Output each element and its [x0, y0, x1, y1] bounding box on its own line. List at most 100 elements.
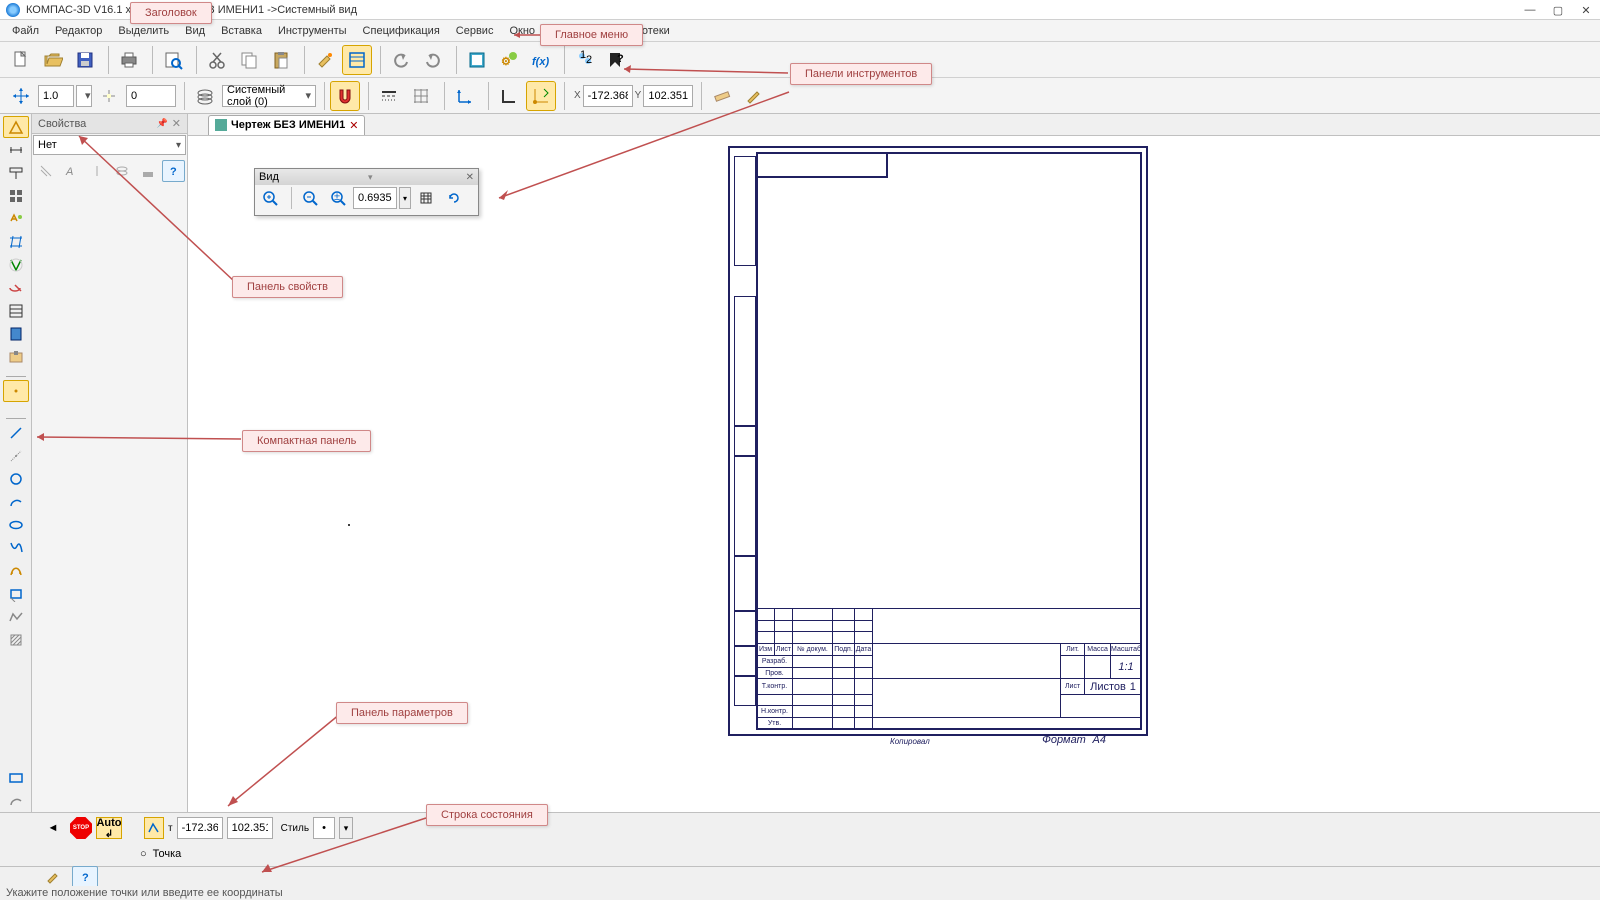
menu-window[interactable]: Окно — [501, 23, 543, 39]
grid-button[interactable] — [406, 81, 436, 111]
cut-button[interactable] — [202, 45, 232, 75]
undo-button[interactable] — [386, 45, 416, 75]
param-x-input[interactable] — [177, 817, 223, 839]
measure-button[interactable] — [707, 81, 737, 111]
menu-file[interactable]: Файл — [4, 23, 47, 39]
redo-button[interactable] — [418, 45, 448, 75]
menu-service[interactable]: Сервис — [448, 23, 502, 39]
refresh-icon[interactable] — [441, 187, 467, 209]
save-button[interactable] — [70, 45, 100, 75]
param-icon[interactable] — [3, 231, 29, 253]
bezier-icon[interactable] — [3, 560, 29, 582]
dimension-icon[interactable] — [3, 139, 29, 161]
round-button[interactable] — [526, 81, 556, 111]
geometry-icon[interactable] — [3, 116, 29, 138]
close-button[interactable]: ✕ — [1572, 0, 1600, 20]
angle-step-icon[interactable] — [94, 81, 124, 111]
edit-button[interactable] — [739, 81, 769, 111]
whatsthis-button[interactable]: ? — [602, 45, 632, 75]
variables-button[interactable]: ⚙ — [494, 45, 524, 75]
spec-icon[interactable] — [3, 300, 29, 322]
prop-text-icon[interactable]: A — [60, 160, 84, 182]
manager-button[interactable] — [462, 45, 492, 75]
zoom-scale-icon[interactable]: ± — [325, 187, 351, 209]
maximize-button[interactable]: ▢ — [1544, 0, 1572, 20]
stop-button[interactable]: STOP — [70, 817, 92, 839]
menu-view[interactable]: Вид — [177, 23, 213, 39]
line-icon[interactable] — [3, 422, 29, 444]
prop-info-icon[interactable] — [136, 160, 160, 182]
zoom-fit-icon[interactable] — [413, 187, 439, 209]
coord-y[interactable] — [643, 85, 693, 107]
ellipse-icon[interactable] — [3, 514, 29, 536]
auto-button[interactable]: Auto↲ — [96, 817, 122, 839]
layer-combo[interactable]: Системный слой (0) — [222, 85, 316, 107]
arc-tool-icon[interactable] — [3, 790, 29, 812]
coord-x[interactable] — [583, 85, 633, 107]
tab-close-icon[interactable]: ✕ — [349, 119, 358, 132]
layer-icon[interactable] — [190, 81, 220, 111]
menu-spec[interactable]: Спецификация — [355, 23, 448, 39]
copy-button[interactable] — [234, 45, 264, 75]
open-button[interactable] — [38, 45, 68, 75]
paste-button[interactable] — [266, 45, 296, 75]
prop-tool-1[interactable] — [34, 160, 58, 182]
brush-icon[interactable] — [40, 866, 66, 888]
zoom-dropdown[interactable]: ▾ — [399, 187, 411, 209]
style-preview[interactable]: • — [313, 817, 335, 839]
menu-tools[interactable]: Инструменты — [270, 23, 355, 39]
view-panel[interactable]: Вид▾✕ ± ▾ — [254, 168, 479, 216]
insert-icon[interactable] — [3, 346, 29, 368]
snap-button[interactable] — [330, 81, 360, 111]
new-button[interactable] — [6, 45, 36, 75]
zoom-input[interactable] — [353, 187, 397, 209]
select-icon[interactable] — [3, 277, 29, 299]
close-panel-icon[interactable]: ✕ — [172, 117, 181, 130]
step-input[interactable] — [38, 85, 74, 107]
menu-select[interactable]: Выделить — [110, 23, 177, 39]
notation-icon[interactable] — [3, 162, 29, 184]
report-icon[interactable] — [3, 323, 29, 345]
prop-help-icon[interactable]: ? — [162, 160, 186, 182]
spline-icon[interactable] — [3, 537, 29, 559]
hatch-icon[interactable] — [3, 629, 29, 651]
prop-layers-icon[interactable] — [111, 160, 135, 182]
cursor-step-icon[interactable] — [6, 81, 36, 111]
menu-insert[interactable]: Вставка — [213, 23, 270, 39]
rect-tool-icon[interactable] — [3, 767, 29, 789]
point-icon[interactable] — [3, 380, 29, 402]
print-button[interactable] — [114, 45, 144, 75]
measure-icon[interactable] — [3, 254, 29, 276]
coord-mode-button[interactable] — [144, 817, 164, 839]
construction-icon[interactable] — [3, 185, 29, 207]
arc-icon[interactable] — [3, 491, 29, 513]
help-icon[interactable]: ? — [72, 866, 98, 888]
zoom-out-icon[interactable] — [297, 187, 323, 209]
pin-icon[interactable]: 📌 — [157, 118, 168, 129]
angle-input[interactable] — [126, 85, 176, 107]
param-nav-back[interactable]: ◄ — [40, 817, 66, 839]
preview-button[interactable] — [158, 45, 188, 75]
circle-icon[interactable] — [3, 468, 29, 490]
spellcheck-button[interactable]: 12 — [570, 45, 600, 75]
properties-button[interactable] — [342, 45, 372, 75]
minimize-button[interactable]: — — [1516, 0, 1544, 20]
aux-line-icon[interactable] — [3, 445, 29, 467]
format-painter-button[interactable] — [310, 45, 340, 75]
step-dropdown[interactable] — [76, 85, 92, 107]
style-dropdown[interactable]: ▾ — [339, 817, 353, 839]
rect-icon[interactable] — [3, 583, 29, 605]
param-y-input[interactable] — [227, 817, 273, 839]
polyline-icon[interactable] — [3, 606, 29, 628]
tab-drawing[interactable]: Чертеж БЕЗ ИМЕНИ1 ✕ — [208, 115, 365, 135]
linetype-button[interactable] — [374, 81, 404, 111]
properties-filter[interactable]: Нет — [33, 135, 186, 155]
prop-tool-3[interactable] — [85, 160, 109, 182]
zoom-in-icon[interactable] — [257, 187, 283, 209]
fx-button[interactable]: f(x) — [526, 45, 556, 75]
menu-edit[interactable]: Редактор — [47, 23, 110, 39]
local-cs-button[interactable] — [450, 81, 480, 111]
view-panel-close[interactable]: ✕ — [466, 172, 474, 183]
ortho-button[interactable] — [494, 81, 524, 111]
edit-icon[interactable] — [3, 208, 29, 230]
